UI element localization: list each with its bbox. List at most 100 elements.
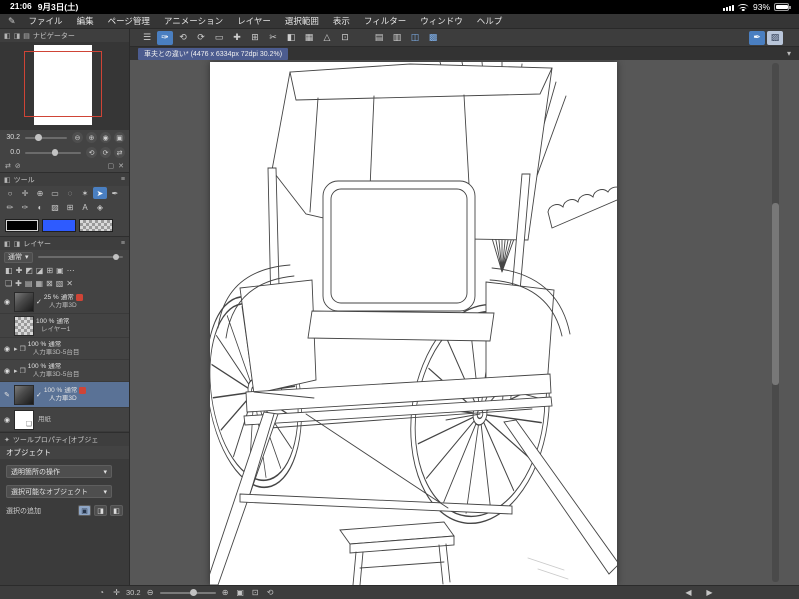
tool-pen[interactable]: ✒ [108, 187, 122, 199]
layer-check-icon[interactable]: ✓ [36, 391, 42, 399]
tool-lasso[interactable]: ◌ [63, 187, 77, 199]
actual-size-icon[interactable]: ▣ [114, 132, 125, 143]
tool-grid[interactable]: ⊞ [63, 201, 77, 213]
main-menu-icon[interactable]: ☰ [139, 31, 155, 45]
tool-blend[interactable]: ◐ [33, 201, 47, 213]
mask-icon[interactable]: ◧ [5, 266, 13, 275]
layer-check-icon[interactable]: ✓ [36, 298, 42, 306]
fill-icon[interactable]: ◧ [283, 31, 299, 45]
secondary-color-swatch[interactable] [42, 218, 76, 232]
snap-icon[interactable]: ⊡ [337, 31, 353, 45]
layer-row[interactable]: 100 % 通常 レイヤー1 [0, 314, 129, 338]
selection-add-icon[interactable]: ◨ [94, 505, 107, 516]
selection-new-icon[interactable]: ▣ [78, 505, 91, 516]
reset-rotation-icon[interactable]: ⟲ [265, 588, 276, 597]
more-icon[interactable]: ⋯ [67, 266, 75, 275]
vertical-scrollbar-thumb[interactable] [772, 203, 779, 385]
frame-icon[interactable]: ▢ [108, 162, 115, 170]
panel-dock-icon[interactable]: ◧ [4, 32, 11, 40]
add-effect-icon[interactable]: ✚ [16, 266, 23, 275]
tool-pencil[interactable]: ✏ [3, 201, 17, 213]
fit-screen-icon[interactable]: ◉ [100, 132, 111, 143]
clip-layer-icon[interactable]: ◩ [25, 266, 33, 275]
reset-view-icon[interactable]: ⊘ [15, 162, 21, 170]
snap-special-icon[interactable]: ▩ [425, 31, 441, 45]
zoom-in-icon[interactable]: ⊕ [86, 132, 97, 143]
menu-item-filter[interactable]: フィルター [357, 15, 413, 27]
snap-ruler-icon[interactable]: ◫ [407, 31, 423, 45]
undo-icon[interactable]: ⟲ [175, 31, 191, 45]
layer-visibility-icon[interactable]: ◉ [2, 416, 12, 424]
tool-auto-select[interactable]: ✶ [78, 187, 92, 199]
tool-magnifier[interactable]: ○ [3, 187, 17, 199]
navigator-preview[interactable] [0, 42, 129, 130]
new-layer-icon[interactable]: ❏ [5, 279, 12, 288]
menu-item-view[interactable]: 表示 [326, 15, 357, 27]
primary-color-swatch[interactable] [5, 218, 39, 232]
brush-mode-icon[interactable]: ✑ [157, 30, 173, 45]
menu-item-selection[interactable]: 選択範囲 [278, 15, 326, 27]
panel-dock-icon-3[interactable]: ▤ [23, 32, 30, 40]
canvas-viewport[interactable] [130, 60, 799, 585]
menu-item-edit[interactable]: 編集 [70, 15, 101, 27]
next-page-icon[interactable]: ▶ [704, 588, 715, 597]
split-view-icon[interactable]: ▥ [389, 31, 405, 45]
layer-row[interactable]: ◉ ▸ ❐ 100 % 通常 人力車3D-5台目 [0, 338, 129, 360]
panel-dock-icon[interactable]: ◧ [4, 240, 11, 248]
close-panel-icon[interactable]: ✕ [118, 162, 124, 170]
layer-row[interactable]: ◉ ❏ 用紙 [0, 408, 129, 432]
menu-item-animation[interactable]: アニメーション [157, 15, 230, 27]
draft-layer-icon[interactable]: ⊞ [46, 266, 53, 275]
menu-item-help[interactable]: ヘルプ [470, 15, 510, 27]
document-canvas[interactable] [210, 62, 617, 585]
panel-dock-icon[interactable]: ◧ [4, 176, 11, 184]
panel-dock-icon-2[interactable]: ◨ [14, 32, 21, 40]
previous-page-icon[interactable]: ◀ [683, 588, 694, 597]
layer-row[interactable]: ◉ ✓ 25 % 通常 人力車3D [0, 290, 129, 314]
menu-item-layer[interactable]: レイヤー [230, 15, 278, 27]
tool-move[interactable]: ⊕ [33, 187, 47, 199]
layer-row-selected[interactable]: ✎ ✓ 100 % 通常 人力車3D [0, 382, 129, 408]
tool-hand[interactable]: ✛ [18, 187, 32, 199]
panel-menu-icon[interactable]: ≡ [121, 176, 125, 183]
screen-settings-icon[interactable]: ▨ [767, 30, 783, 45]
transparent-area-dropdown[interactable]: 透明箇所の操作 ▾ [6, 465, 112, 478]
bottom-zoom-slider[interactable] [159, 589, 216, 596]
hand-tool-icon[interactable]: ✛ [111, 588, 122, 597]
zoom-out-icon[interactable]: ⊖ [72, 132, 83, 143]
lock-layer-icon[interactable]: ▣ [56, 266, 64, 275]
zoom-out-icon[interactable]: ⊖ [145, 588, 156, 597]
material-icon[interactable]: ▦ [301, 31, 317, 45]
fit-to-screen-icon[interactable]: ▣ [235, 588, 246, 597]
view-mode-icon[interactable]: ▤ [371, 31, 387, 45]
tool-object-operate[interactable]: ➤ [93, 187, 107, 199]
folder-expand-icon[interactable]: ▸ [14, 345, 18, 353]
tool-figure[interactable]: ◈ [93, 201, 107, 213]
layer-row[interactable]: ◉ ▸ ❐ 100 % 通常 人力車3D-5台目 [0, 360, 129, 382]
panel-menu-icon[interactable]: ≡ [121, 240, 125, 247]
layer-opacity-slider[interactable] [37, 253, 123, 260]
new-vector-layer-icon[interactable]: ✚ [15, 279, 22, 288]
rotate-slider[interactable] [25, 149, 81, 156]
zoom-in-icon[interactable]: ⊕ [220, 588, 231, 597]
actual-pixels-icon[interactable]: ⊡ [250, 588, 261, 597]
layer-visibility-icon[interactable]: ◉ [2, 298, 12, 306]
menu-item-file[interactable]: ファイル [22, 15, 70, 27]
mirror-icon[interactable]: ⇄ [5, 162, 11, 170]
new-folder-icon[interactable]: ▤ [25, 279, 33, 288]
tool-select-rect[interactable]: ▭ [48, 187, 62, 199]
vertical-scrollbar[interactable] [772, 63, 779, 582]
flip-horizontal-icon[interactable]: ⇄ [114, 147, 125, 158]
layer-visibility-icon[interactable]: ◉ [2, 345, 12, 353]
tool-brush[interactable]: ✑ [18, 201, 32, 213]
color-picker-icon[interactable]: ◔ [96, 588, 107, 597]
document-tab[interactable]: 車夫との違い* (4476 x 6334px 72dpi 30.2%) [138, 47, 289, 60]
reference-layer-icon[interactable]: ◪ [36, 266, 44, 275]
menu-item-page-manage[interactable]: ページ管理 [101, 15, 157, 27]
mask-add-icon[interactable]: ▧ [56, 279, 64, 288]
pencil-icon[interactable]: ✎ [8, 16, 16, 27]
ruler-icon[interactable]: △ [319, 31, 335, 45]
selection-remove-icon[interactable]: ◧ [110, 505, 123, 516]
selectable-object-dropdown[interactable]: 選択可能なオブジェクト ▾ [6, 485, 112, 498]
select-rect-icon[interactable]: ▭ [211, 31, 227, 45]
